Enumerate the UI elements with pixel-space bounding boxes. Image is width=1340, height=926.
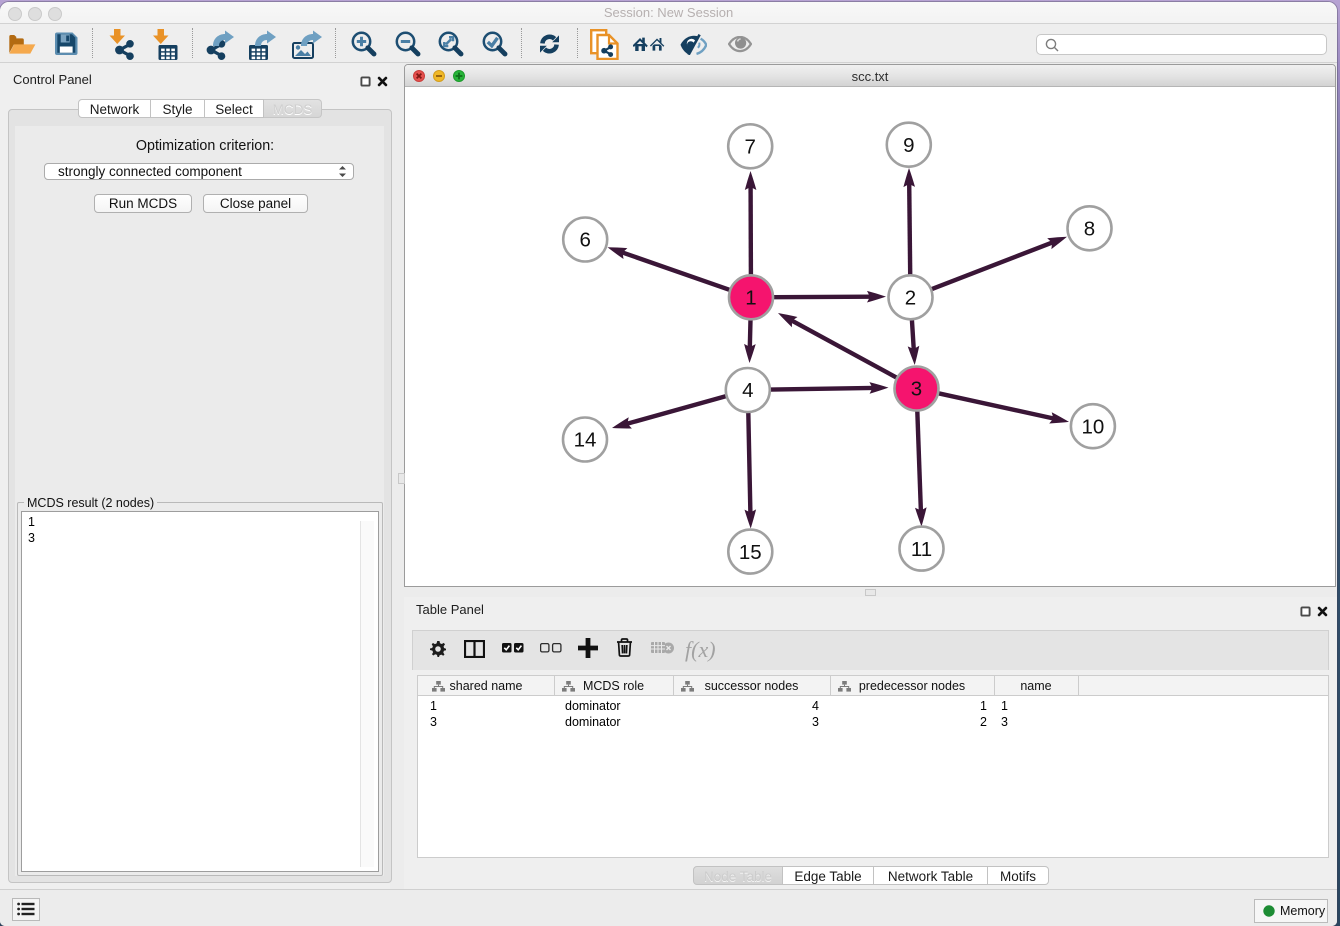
svg-text:9: 9 <box>903 134 914 157</box>
svg-text:1: 1 <box>745 287 756 310</box>
svg-text:14: 14 <box>573 429 596 452</box>
svg-text:6: 6 <box>579 229 590 252</box>
svg-text:10: 10 <box>1081 415 1104 438</box>
svg-text:3: 3 <box>910 378 921 401</box>
svg-text:4: 4 <box>742 379 753 402</box>
svg-text:2: 2 <box>904 287 915 310</box>
svg-text:7: 7 <box>744 136 755 159</box>
svg-text:15: 15 <box>738 541 761 564</box>
svg-text:11: 11 <box>910 538 931 561</box>
svg-text:8: 8 <box>1083 218 1094 241</box>
